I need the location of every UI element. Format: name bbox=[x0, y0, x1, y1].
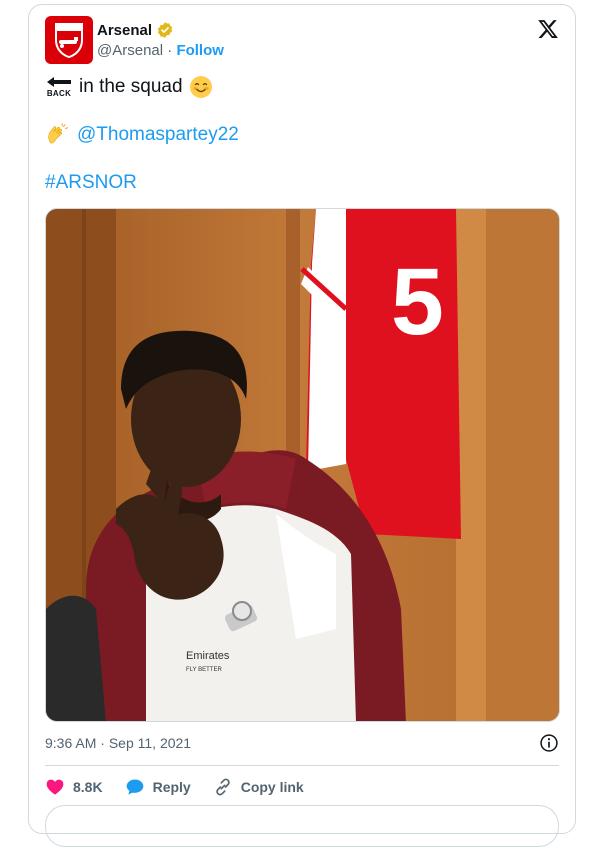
tweet-date: Sep 11, 2021 bbox=[108, 735, 192, 751]
x-logo-icon[interactable] bbox=[537, 18, 559, 40]
arsenal-crest-icon bbox=[55, 23, 83, 58]
heart-icon bbox=[46, 779, 64, 795]
shirt-sponsor-line-1: Emirates bbox=[186, 650, 230, 662]
clapping-hands-icon bbox=[45, 123, 69, 147]
info-icon[interactable] bbox=[539, 733, 559, 753]
handle[interactable]: @Arsenal bbox=[97, 42, 163, 59]
like-count: 8.8K bbox=[73, 779, 103, 795]
mention-link[interactable]: @Thomaspartey22 bbox=[77, 124, 239, 146]
tweet-actions: 8.8K Reply Copy link bbox=[45, 773, 326, 801]
like-button[interactable]: 8.8K bbox=[45, 777, 103, 797]
reply-label: Reply bbox=[152, 779, 191, 795]
tweet-line-1: BACK in the squad bbox=[45, 75, 213, 99]
action-divider bbox=[45, 765, 559, 766]
tweet-card: Arsenal @Arsenal · Follow BACK in the sq… bbox=[28, 4, 576, 847]
hashtag-link[interactable]: #ARSNOR bbox=[45, 172, 137, 194]
verified-badge-icon bbox=[156, 21, 174, 39]
follow-button[interactable]: Follow bbox=[176, 42, 224, 59]
arsenal-avatar[interactable] bbox=[45, 16, 93, 64]
copy-link-label: Copy link bbox=[240, 779, 304, 795]
tweet-text-squad: in the squad bbox=[79, 76, 183, 97]
tweet-line-3: #ARSNOR bbox=[45, 172, 137, 194]
handle-separator: · bbox=[167, 42, 173, 59]
tweet-timestamp[interactable]: 9:36 AM · Sep 11, 2021 bbox=[45, 735, 191, 751]
tweet-header: Arsenal @Arsenal · Follow bbox=[45, 16, 559, 66]
player-photo-illustration: 5 Emirates FLY BETTER bbox=[46, 209, 559, 721]
timestamp-separator: · bbox=[100, 735, 105, 751]
copy-link-button[interactable]: Copy link bbox=[213, 777, 304, 797]
link-icon bbox=[215, 778, 230, 796]
read-replies-button[interactable] bbox=[45, 805, 559, 847]
tweet-time: 9:36 AM bbox=[45, 735, 97, 751]
tweet-line-2: @Thomaspartey22 bbox=[45, 123, 239, 147]
shirt-sponsor-line-2: FLY BETTER bbox=[186, 667, 222, 673]
back-emoji-label: BACK bbox=[46, 89, 72, 98]
tweet-photo[interactable]: 5 Emirates FLY BETTER bbox=[45, 208, 560, 722]
back-arrow-icon: BACK bbox=[45, 76, 73, 98]
display-name[interactable]: Arsenal bbox=[97, 22, 152, 39]
smiling-face-icon bbox=[189, 75, 213, 99]
reply-bubble-icon bbox=[126, 779, 143, 795]
shirt-number: 5 bbox=[391, 249, 444, 355]
reply-button[interactable]: Reply bbox=[125, 777, 191, 797]
